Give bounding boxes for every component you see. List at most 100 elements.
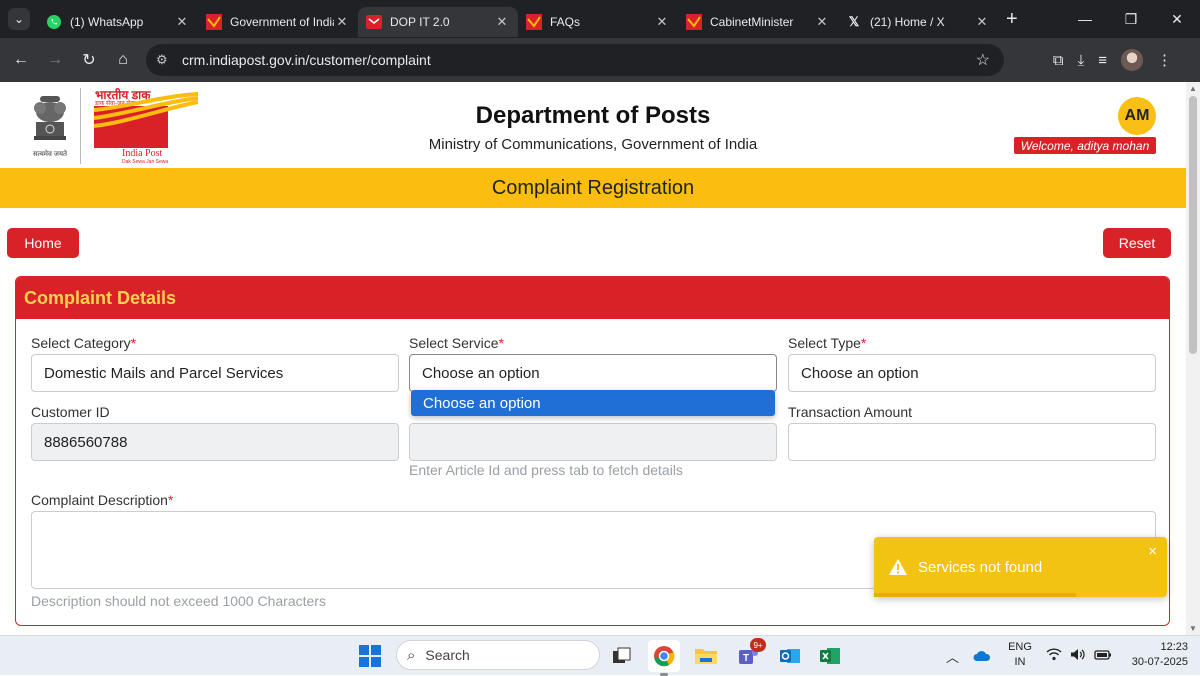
home-button[interactable]: Home	[7, 228, 79, 258]
required-mark: *	[167, 492, 174, 508]
page-viewport: सत्यमेव जयते भारतीय डाक डाक सेवा-जन सेवा…	[0, 82, 1186, 635]
toast-progress-bar	[874, 593, 1077, 597]
page-title: Department of Posts	[475, 102, 711, 129]
back-icon[interactable]: ←	[4, 51, 38, 69]
clock-time: 12:23	[1160, 641, 1188, 653]
forward-icon[interactable]: →	[38, 51, 72, 69]
volume-icon	[1070, 648, 1086, 664]
tab-close-icon[interactable]: ✕	[494, 14, 510, 30]
file-explorer-icon[interactable]	[692, 642, 720, 670]
page-banner: Complaint Registration	[0, 168, 1186, 208]
profile-avatar-icon[interactable]	[1121, 49, 1143, 71]
tab-close-icon[interactable]: ✕	[974, 14, 990, 30]
outlook-icon[interactable]	[776, 642, 804, 670]
quick-settings[interactable]	[1046, 636, 1112, 676]
service-label: Select Service*	[409, 335, 504, 351]
type-select[interactable]: Choose an option	[788, 354, 1156, 392]
article-id-hint: Enter Article Id and press tab to fetch …	[409, 462, 683, 478]
customer-id-field: 8886560788	[31, 423, 399, 461]
menu-kebab-icon[interactable]: ⋮	[1157, 51, 1172, 69]
language-line1: ENG	[1008, 641, 1032, 653]
dop-icon	[366, 14, 382, 30]
tab-close-icon[interactable]: ✕	[814, 14, 830, 30]
excel-icon[interactable]	[816, 642, 844, 670]
taskbar-search-placeholder: Search	[425, 647, 470, 663]
service-dropdown-option[interactable]: Choose an option	[411, 390, 775, 416]
minimize-icon[interactable]: —	[1062, 0, 1108, 38]
wifi-icon	[1046, 648, 1062, 664]
tab-whatsapp[interactable]: (1) WhatsApp ✕	[38, 7, 198, 37]
required-mark: *	[130, 335, 137, 351]
description-hint: Description should not exceed 1000 Chara…	[31, 593, 326, 609]
system-tray: ︿	[946, 636, 991, 676]
task-view-icon[interactable]	[608, 642, 636, 670]
tab-title: (21) Home / X	[870, 15, 945, 29]
user-avatar[interactable]: AM	[1118, 97, 1156, 135]
x-icon: 𝕏	[848, 14, 860, 29]
logo-tagline: Dak Sewa Jan Sewa	[122, 159, 169, 165]
transaction-amount-label: Transaction Amount	[788, 404, 912, 420]
type-label: Select Type*	[788, 335, 866, 351]
category-label: Select Category*	[31, 335, 136, 351]
url-text: crm.indiapost.gov.in/customer/complaint	[182, 52, 431, 68]
tab-title: Government of India	[230, 15, 334, 29]
welcome-badge: Welcome, aditya mohan	[1014, 137, 1156, 154]
tab-dop-it[interactable]: DOP IT 2.0 ✕	[358, 7, 518, 37]
tab-close-icon[interactable]: ✕	[334, 14, 350, 30]
taskbar-search[interactable]: ⌕ Search	[396, 640, 600, 670]
search-icon: ⌕	[407, 646, 416, 664]
download-icon[interactable]: ⤓	[1078, 52, 1085, 69]
category-select[interactable]: Domestic Mails and Parcel Services	[31, 354, 399, 392]
restore-icon[interactable]: ❐	[1108, 0, 1154, 38]
scroll-up-icon[interactable]: ▲	[1189, 84, 1197, 93]
media-control-icon[interactable]: ≡	[1098, 52, 1107, 69]
scrollbar-thumb[interactable]	[1189, 96, 1197, 354]
transaction-amount-field[interactable]	[788, 423, 1156, 461]
tab-search-icon[interactable]: ⌄	[8, 8, 30, 30]
notification-badge: 9+	[750, 638, 766, 652]
bookmark-star-icon[interactable]: ☆	[976, 50, 990, 70]
extensions-icon[interactable]: ⧉	[1053, 52, 1064, 69]
chrome-taskbar-icon[interactable]	[648, 640, 680, 676]
description-label: Complaint Description*	[31, 492, 173, 508]
type-label-text: Select Type	[788, 335, 861, 351]
home-icon[interactable]: ⌂	[106, 51, 140, 69]
language-line2: IN	[1014, 656, 1026, 668]
category-label-text: Select Category	[31, 335, 131, 351]
page-scrollbar[interactable]: ▲ ▼	[1186, 82, 1200, 635]
reload-icon[interactable]: ↻	[72, 50, 106, 70]
tab-cabinet-minister[interactable]: CabinetMinister ✕	[678, 7, 838, 37]
address-bar[interactable]: ⚙ crm.indiapost.gov.in/customer/complain…	[146, 44, 1004, 76]
battery-icon	[1094, 648, 1112, 664]
tab-title: (1) WhatsApp	[70, 15, 144, 29]
tab-title: CabinetMinister	[710, 15, 794, 29]
onedrive-icon[interactable]	[973, 650, 991, 662]
close-window-icon[interactable]: ✕	[1154, 0, 1200, 38]
windows-start-icon[interactable]	[356, 642, 384, 670]
service-label-text: Select Service	[409, 335, 499, 351]
tab-close-icon[interactable]: ✕	[174, 14, 190, 30]
system-clock[interactable]: 12:23 30-07-2025	[1116, 640, 1188, 670]
tab-title: FAQs	[550, 15, 581, 29]
tab-close-icon[interactable]: ✕	[654, 14, 670, 30]
svg-text:T: T	[743, 653, 749, 664]
service-select[interactable]: Choose an option	[409, 354, 777, 392]
toast-close-icon[interactable]: ×	[1148, 543, 1157, 560]
new-tab-icon[interactable]: +	[1006, 8, 1018, 31]
reset-button[interactable]: Reset	[1103, 228, 1171, 258]
description-label-text: Complaint Description	[31, 492, 168, 508]
window-controls: — ❐ ✕	[1062, 0, 1200, 38]
tab-government-of-india[interactable]: Government of India ✕	[198, 7, 358, 37]
page-subtitle: Ministry of Communications, Government o…	[428, 136, 758, 153]
article-id-field[interactable]	[409, 423, 777, 461]
tab-x-home[interactable]: 𝕏 (21) Home / X ✕	[838, 7, 998, 37]
tab-faqs[interactable]: FAQs ✕	[518, 7, 678, 37]
toast-message: Services not found	[918, 558, 1043, 576]
indiapost-icon	[526, 14, 542, 30]
show-hidden-icons-icon[interactable]: ︿	[946, 647, 959, 666]
language-indicator[interactable]: ENG IN	[1006, 640, 1034, 670]
teams-icon[interactable]: T 9+	[734, 638, 766, 670]
scroll-down-icon[interactable]: ▼	[1189, 624, 1197, 633]
browser-tab-strip: ⌄ (1) WhatsApp ✕ Government of India ✕ D…	[0, 0, 1200, 38]
site-info-icon[interactable]: ⚙	[156, 52, 176, 68]
